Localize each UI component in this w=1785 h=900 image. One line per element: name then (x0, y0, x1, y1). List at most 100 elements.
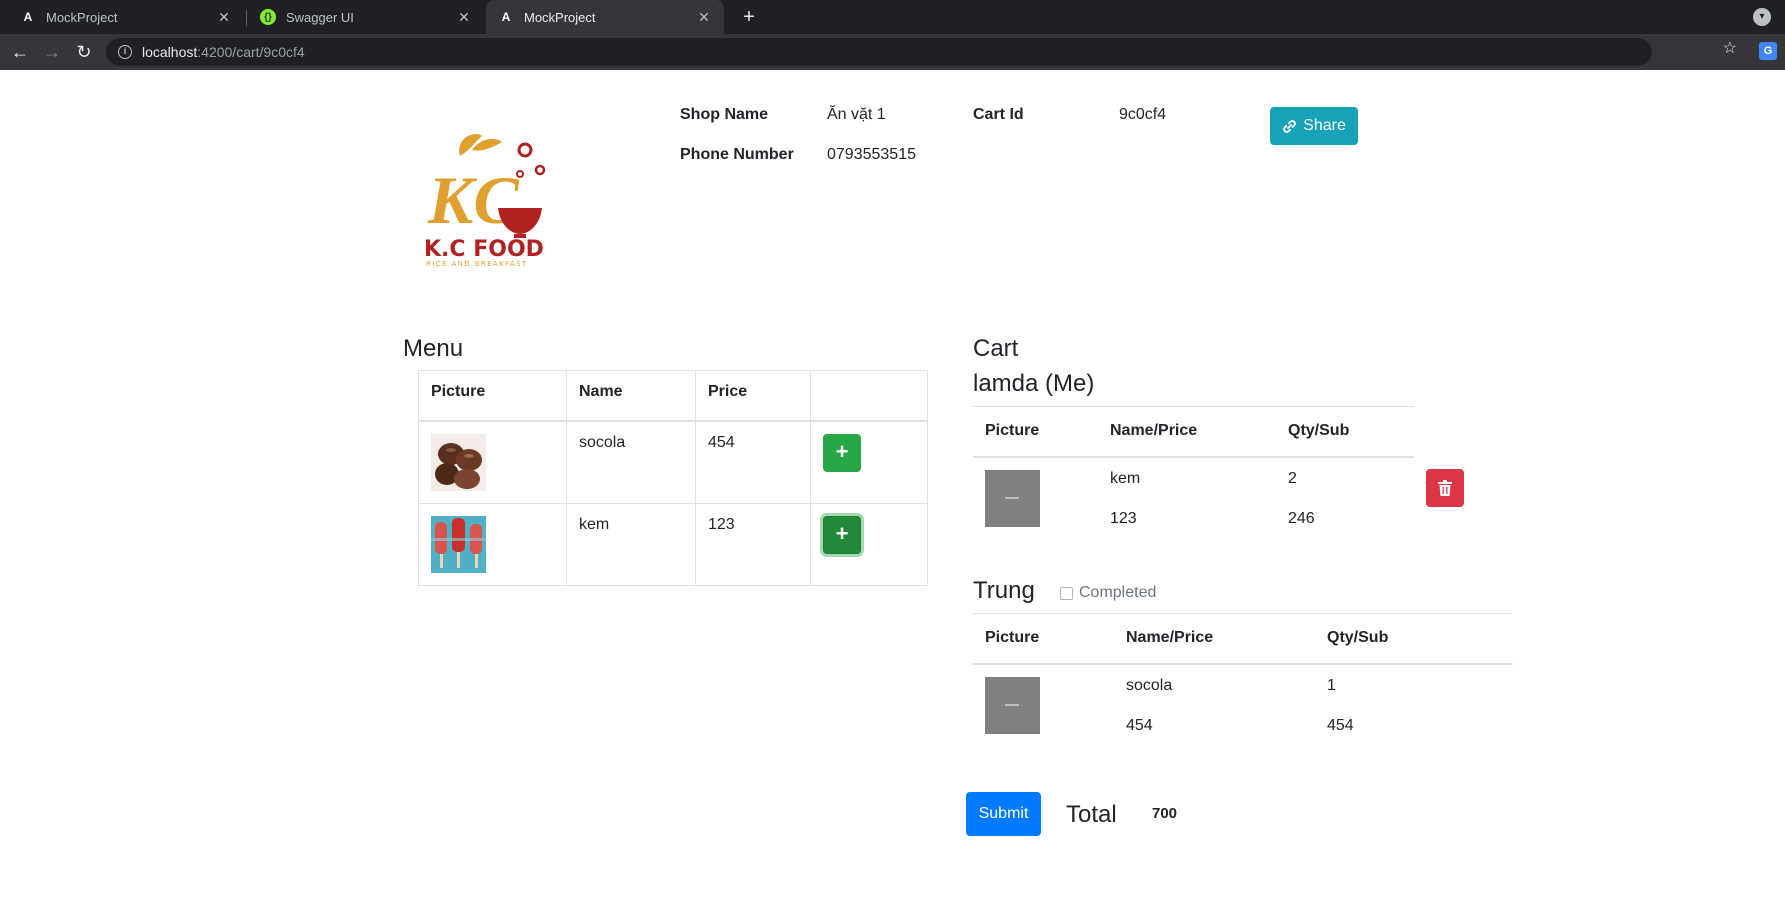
cart-qty-sub-cell: 1 454 (1315, 664, 1465, 747)
kc-food-logo: KC K.C FOOD RICE AND BREAKFAST (424, 134, 546, 268)
shop-name-label: Shop Name (680, 106, 769, 123)
cart-item-name: socola (1126, 676, 1173, 694)
cart-picture-cell (973, 457, 1098, 540)
swagger-icon: {} (260, 9, 276, 25)
browser-tab-active[interactable]: A MockProject ✕ (486, 0, 724, 34)
forward-icon[interactable]: → (40, 40, 64, 64)
cart-item-name: kem (1110, 469, 1141, 487)
phone-value: 0793553515 (827, 146, 916, 163)
menu-action-cell: + (810, 502, 928, 586)
trash-icon (1438, 479, 1452, 496)
total-label: Total (1066, 801, 1117, 828)
angular-icon: A (501, 10, 511, 24)
translate-extension-icon[interactable]: G (1759, 42, 1777, 60)
tab-title: MockProject (46, 9, 118, 25)
menu-col-price: Price (695, 370, 811, 422)
new-tab-icon[interactable]: + (736, 4, 762, 30)
total-value: 700 (1152, 805, 1178, 822)
menu-col-name: Name (566, 370, 696, 422)
cart-name-price-cell: socola 454 (1114, 664, 1315, 747)
cart-id-label: Cart Id (973, 106, 1024, 123)
menu-title: Menu (403, 335, 464, 362)
menu-row: socola 454 + (418, 420, 928, 504)
delete-item-button[interactable] (1426, 468, 1464, 507)
menu-table: Picture Name Price socola 454 + kem 123 … (418, 370, 928, 586)
tab-title: MockProject (524, 9, 596, 25)
cart-table: Picture Name/Price Qty/Sub socola 454 1 … (973, 613, 1513, 747)
menu-col-picture: Picture (418, 370, 567, 422)
browser-tab-bar: A MockProject ✕ {} Swagger UI ✕ A MockPr… (0, 0, 1785, 34)
cart-table: Picture Name/Price Qty/Sub kem 123 2 246 (973, 406, 1513, 540)
svg-text:KC: KC (427, 162, 519, 238)
tab-search-icon[interactable]: ▾ (1753, 8, 1771, 26)
share-button[interactable]: Share (1270, 107, 1358, 145)
broken-image-placeholder (985, 676, 1040, 734)
logo-tagline: RICE AND BREAKFAST (426, 260, 528, 268)
cart-row: socola 454 1 454 (973, 664, 1513, 747)
close-icon[interactable]: ✕ (216, 9, 232, 26)
reload-icon[interactable]: ↻ (72, 40, 96, 64)
browser-tab[interactable]: A MockProject ✕ (8, 0, 244, 34)
cart-col-qty-sub: Qty/Sub (1276, 406, 1414, 458)
close-icon[interactable]: ✕ (456, 9, 472, 26)
tab-title: Swagger UI (286, 9, 354, 25)
menu-col-actions (810, 370, 928, 422)
cart-qty-sub-cell: 2 246 (1276, 457, 1414, 540)
page-content: KC K.C FOOD RICE AND BREAKFAST Shop Name… (0, 70, 1785, 900)
completed-checkbox[interactable]: Completed (1060, 584, 1156, 602)
share-label: Share (1303, 117, 1346, 134)
menu-action-cell: + (810, 420, 928, 504)
menu-item-price: 123 (695, 502, 811, 586)
address-bar[interactable]: i localhost:4200/cart/9c0cf4 (106, 38, 1652, 66)
add-to-cart-button[interactable]: + (823, 433, 861, 472)
cart-col-picture: Picture (973, 406, 1098, 458)
chocolate-image (431, 433, 486, 491)
cart-item-price: 123 (1110, 509, 1137, 527)
cart-action-cell (1414, 457, 1513, 540)
cart-title: Cart (973, 335, 1019, 362)
menu-row: kem 123 + (418, 502, 928, 586)
cart-name-price-cell: kem 123 (1098, 457, 1276, 540)
completed-label: Completed (1079, 584, 1157, 601)
cart-col-name-price: Name/Price (1098, 406, 1276, 458)
cart-picture-cell (973, 664, 1114, 747)
cart-col-actions (1414, 407, 1513, 457)
browser-toolbar: ← → ↻ i localhost:4200/cart/9c0cf4 ☆ G (0, 34, 1785, 70)
menu-picture-cell (418, 420, 567, 504)
cart-col-actions (1465, 613, 1513, 665)
broken-image-placeholder (985, 469, 1040, 527)
checkbox-box[interactable] (1060, 586, 1073, 600)
cart-row: kem 123 2 246 (973, 457, 1513, 540)
menu-picture-cell (418, 502, 567, 586)
back-icon[interactable]: ← (8, 40, 32, 64)
cart-item-subtotal: 246 (1288, 509, 1315, 527)
cart-person-name: lamda (Me) (973, 370, 1095, 397)
url-path: :4200/cart/9c0cf4 (197, 44, 305, 60)
cart-col-name-price: Name/Price (1114, 613, 1315, 665)
menu-item-name: kem (566, 502, 696, 586)
cart-item-price: 454 (1126, 716, 1153, 734)
cart-action-cell (1465, 664, 1513, 747)
tab-separator (246, 10, 247, 26)
close-icon[interactable]: ✕ (696, 9, 712, 26)
browser-tab[interactable]: {} Swagger UI ✕ (248, 0, 484, 34)
shop-name-value: Ăn vặt 1 (827, 106, 886, 123)
phone-label: Phone Number (680, 146, 794, 163)
menu-item-name: socola (566, 420, 696, 504)
angular-icon: A (23, 10, 33, 24)
cart-person-name: Trung (973, 577, 1035, 604)
cart-item-qty: 1 (1327, 676, 1336, 694)
bookmark-star-icon[interactable]: ☆ (1723, 38, 1737, 58)
cart-item-subtotal: 454 (1327, 716, 1354, 734)
site-info-icon[interactable]: i (118, 45, 132, 59)
menu-item-price: 454 (695, 420, 811, 504)
link-icon (1283, 119, 1297, 133)
cart-col-qty-sub: Qty/Sub (1315, 613, 1465, 665)
submit-button[interactable]: Submit (966, 792, 1041, 836)
logo-text: K.C FOOD (424, 237, 544, 262)
cart-id-value: 9c0cf4 (1119, 106, 1167, 123)
url-host: localhost (142, 44, 198, 60)
popsicle-image (431, 515, 486, 573)
cart-col-picture: Picture (973, 613, 1114, 665)
add-to-cart-button[interactable]: + (823, 515, 861, 554)
